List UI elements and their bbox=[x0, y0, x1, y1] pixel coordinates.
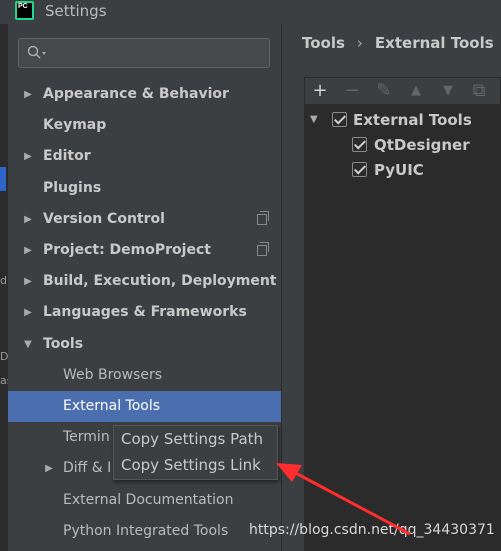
title-bar: PC Settings bbox=[0, 0, 501, 24]
breadcrumb: Tools › External Tools bbox=[302, 34, 494, 52]
sidebar-item-label: Build, Execution, Deployment bbox=[43, 273, 277, 289]
settings-content: Tools › External Tools + − ✎ ▲ ▼ ⧉ ▼ Exter… bbox=[282, 24, 501, 551]
sidebar-item-label: External Documentation bbox=[63, 492, 234, 508]
remove-icon[interactable]: − bbox=[341, 80, 363, 102]
background-selection-mark bbox=[0, 167, 6, 191]
project-level-icon bbox=[257, 211, 269, 225]
collapsed-arrow-icon[interactable]: ▶ bbox=[22, 79, 34, 110]
sidebar-item-appearance[interactable]: ▶ Appearance & Behavior bbox=[8, 79, 281, 110]
add-icon[interactable]: + bbox=[309, 80, 331, 102]
sidebar-item-label: Termin bbox=[63, 429, 110, 445]
collapsed-arrow-icon[interactable]: ▶ bbox=[22, 297, 34, 328]
menu-item-copy-settings-path[interactable]: Copy Settings Path bbox=[121, 427, 263, 451]
sidebar-item-external-tools[interactable]: External Tools bbox=[8, 391, 281, 422]
collapsed-arrow-icon[interactable]: ▶ bbox=[22, 235, 34, 266]
context-menu: Copy Settings Path Copy Settings Link bbox=[113, 425, 278, 480]
sidebar-item-editor[interactable]: ▶ Editor bbox=[8, 141, 281, 172]
expanded-arrow-icon[interactable]: ▼ bbox=[310, 108, 318, 132]
tool-label: PyUIC bbox=[374, 161, 424, 179]
sidebar-item-web-browsers[interactable]: Web Browsers bbox=[8, 360, 281, 391]
tool-checkbox[interactable] bbox=[352, 162, 367, 177]
collapsed-arrow-icon[interactable]: ▶ bbox=[22, 141, 34, 172]
group-checkbox[interactable] bbox=[332, 112, 347, 127]
tool-item-qtdesigner[interactable]: QtDesigner bbox=[304, 133, 501, 157]
sidebar-item-keymap[interactable]: Keymap bbox=[8, 110, 281, 141]
copy-icon[interactable]: ⧉ bbox=[468, 80, 490, 102]
sidebar-item-label: Plugins bbox=[43, 180, 102, 196]
sidebar-item-languages[interactable]: ▶ Languages & Frameworks bbox=[8, 297, 281, 328]
tool-group-label: External Tools bbox=[353, 111, 472, 129]
collapsed-arrow-icon[interactable]: ▶ bbox=[43, 453, 55, 484]
move-up-icon[interactable]: ▲ bbox=[405, 80, 427, 102]
sidebar-item-label: Diff & I bbox=[63, 460, 112, 476]
sidebar-item-tools[interactable]: ▼ Tools bbox=[8, 329, 281, 360]
sidebar-item-label: Project: DemoProject bbox=[43, 242, 211, 258]
menu-item-copy-settings-link[interactable]: Copy Settings Link bbox=[121, 453, 261, 477]
breadcrumb-separator: › bbox=[356, 34, 363, 52]
sidebar-item-label: Tools bbox=[43, 336, 84, 352]
sidebar-item-label: Appearance & Behavior bbox=[43, 86, 229, 102]
sidebar-item-plugins[interactable]: Plugins bbox=[8, 173, 281, 204]
tool-checkbox[interactable] bbox=[352, 137, 367, 152]
background-text: d bbox=[0, 274, 7, 287]
background-window-edge: d De as bbox=[0, 24, 15, 551]
sidebar-item-label: Web Browsers bbox=[63, 367, 162, 383]
sidebar-item-label: Python Integrated Tools bbox=[63, 523, 229, 539]
tool-item-pyuic[interactable]: PyUIC bbox=[304, 158, 501, 182]
sidebar-item-external-docs[interactable]: External Documentation bbox=[8, 485, 281, 516]
watermark-text: https://blog.csdn.net/qq_34430371 bbox=[249, 522, 495, 538]
window-title: Settings bbox=[45, 2, 107, 20]
sidebar-item-python-tools[interactable]: Python Integrated Tools bbox=[8, 516, 281, 547]
collapsed-arrow-icon[interactable]: ▶ bbox=[22, 204, 34, 235]
sidebar-item-label: Editor bbox=[43, 148, 91, 164]
sidebar-item-label: External Tools bbox=[63, 398, 161, 414]
tools-toolbar: + − ✎ ▲ ▼ ⧉ bbox=[304, 77, 501, 105]
collapsed-arrow-icon[interactable]: ▶ bbox=[22, 266, 34, 297]
tool-label: QtDesigner bbox=[374, 136, 470, 154]
edit-icon[interactable]: ✎ bbox=[373, 80, 395, 102]
sidebar-item-project[interactable]: ▶ Project: DemoProject bbox=[8, 235, 281, 266]
tool-group-external-tools[interactable]: ▼ External Tools bbox=[304, 108, 501, 132]
expanded-arrow-icon[interactable]: ▼ bbox=[22, 329, 34, 360]
sidebar-item-label: Languages & Frameworks bbox=[43, 304, 247, 320]
external-tools-panel: + − ✎ ▲ ▼ ⧉ ▼ External Tools QtDesigner … bbox=[304, 77, 501, 551]
pycharm-logo-icon: PC bbox=[15, 1, 34, 20]
project-level-icon bbox=[257, 242, 269, 256]
search-icon bbox=[27, 45, 46, 59]
sidebar-item-label: Keymap bbox=[43, 117, 107, 133]
move-down-icon[interactable]: ▼ bbox=[437, 80, 459, 102]
sidebar-item-version-control[interactable]: ▶ Version Control bbox=[8, 204, 281, 235]
search-input[interactable] bbox=[18, 38, 270, 68]
sidebar-item-build[interactable]: ▶ Build, Execution, Deployment bbox=[8, 266, 281, 297]
breadcrumb-parent[interactable]: Tools bbox=[302, 34, 345, 52]
breadcrumb-current: External Tools bbox=[374, 34, 494, 52]
sidebar-item-label: Version Control bbox=[43, 211, 165, 227]
